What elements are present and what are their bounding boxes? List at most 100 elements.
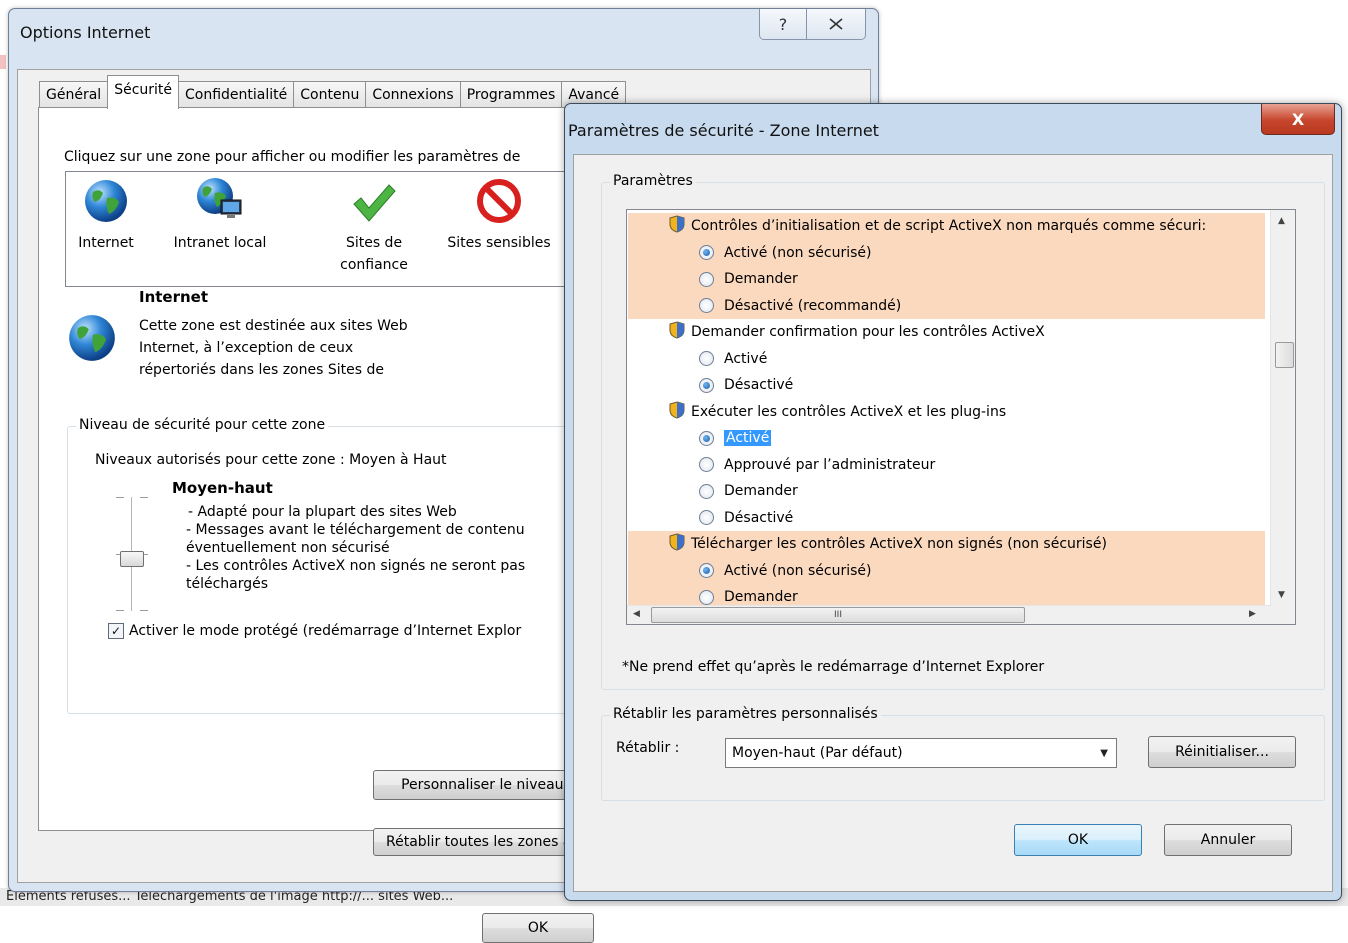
- radio-checked-icon[interactable]: [699, 245, 714, 261]
- setting-option[interactable]: Approuvé par l’administrateur: [628, 452, 1265, 479]
- chevron-down-icon: ▼: [1100, 748, 1108, 759]
- radio-unchecked-icon[interactable]: [699, 589, 714, 605]
- zone-label-trusted: Sites de confiance: [340, 235, 408, 273]
- scroll-left-arrow-icon[interactable]: ◀: [633, 609, 640, 619]
- radio-unchecked-icon[interactable]: [699, 298, 714, 314]
- close-button[interactable]: X: [1261, 104, 1335, 135]
- tab-general[interactable]: Général: [39, 81, 109, 108]
- setting-option[interactable]: Activé (non sécurisé): [628, 557, 1265, 584]
- dialog-title: Paramètres de sécurité - Zone Internet: [568, 121, 879, 140]
- protected-mode-label: Activer le mode protégé (redémarrage d’I…: [129, 623, 522, 639]
- tab-privacy[interactable]: Confidentialité: [178, 81, 295, 108]
- zone-intranet[interactable]: Intranet local: [166, 172, 274, 254]
- horizontal-scrollbar[interactable]: ◀ III ▶: [627, 605, 1271, 624]
- scroll-grip: III: [834, 610, 842, 620]
- security-slider-thumb[interactable]: [120, 551, 144, 567]
- zone-label-internet: Internet: [78, 235, 134, 251]
- zone-label-restricted: Sites sensibles: [447, 235, 551, 251]
- zone-internet[interactable]: Internet: [66, 172, 146, 254]
- tab-connections[interactable]: Connexions: [365, 81, 461, 108]
- close-icon: [829, 18, 843, 30]
- setting-option[interactable]: Désactivé: [628, 372, 1265, 399]
- setting-option[interactable]: Activé: [628, 425, 1265, 452]
- scroll-right-arrow-icon[interactable]: ▶: [1249, 609, 1256, 619]
- level-name: Moyen-haut: [172, 479, 273, 497]
- settings-legend: Paramètres: [610, 173, 696, 189]
- setting-label: Demander: [724, 483, 798, 500]
- zone-restricted-sites[interactable]: Sites sensibles: [436, 172, 562, 254]
- reset-label: Rétablir :: [616, 740, 680, 756]
- zone-instruction: Cliquez sur une zone pour afficher ou mo…: [64, 149, 521, 165]
- reset-level-select[interactable]: Moyen-haut (Par défaut) ▼: [725, 738, 1117, 768]
- setting-header: Exécuter les contrôles ActiveX et les pl…: [628, 399, 1265, 426]
- intranet-globe-icon: [197, 178, 242, 218]
- setting-label: Demander confirmation pour les contrôles…: [691, 324, 1045, 341]
- allowed-levels: Niveaux autorisés pour cette zone : Moye…: [95, 452, 447, 468]
- radio-unchecked-icon[interactable]: [699, 483, 714, 499]
- settings-list: Contrôles d’initialisation et de script …: [628, 213, 1265, 624]
- radio-unchecked-icon[interactable]: [699, 510, 714, 526]
- setting-label: Désactivé (recommandé): [724, 297, 902, 314]
- tab-strip: Général Sécurité Confidentialité Contenu…: [39, 75, 627, 109]
- globe-icon: [85, 180, 127, 222]
- setting-option[interactable]: Désactivé (recommandé): [628, 292, 1265, 319]
- radio-unchecked-icon[interactable]: [699, 271, 714, 287]
- radio-checked-icon[interactable]: [699, 377, 714, 393]
- setting-label: Demander: [724, 271, 798, 288]
- scroll-up-arrow-icon[interactable]: ▲: [1278, 216, 1285, 226]
- shield-icon: [669, 321, 685, 343]
- setting-label: Approuvé par l’administrateur: [724, 456, 936, 473]
- settings-group: Paramètres Contrôles d’initialisation et…: [601, 173, 1325, 690]
- setting-header: Contrôles d’initialisation et de script …: [628, 213, 1265, 240]
- caption-buttons: ?: [759, 9, 866, 40]
- tab-programs[interactable]: Programmes: [459, 81, 563, 108]
- ok-button[interactable]: OK: [1014, 824, 1142, 856]
- radio-unchecked-icon[interactable]: [699, 457, 714, 473]
- cancel-button[interactable]: Annuler: [1164, 824, 1292, 856]
- help-icon: ?: [778, 14, 788, 34]
- shield-icon: [669, 401, 685, 423]
- zone-label-intranet: Intranet local: [173, 235, 267, 251]
- setting-option[interactable]: Activé: [628, 346, 1265, 373]
- checkmark-icon: [353, 184, 396, 222]
- setting-label: Activé: [724, 430, 772, 447]
- setting-label: Activé: [724, 350, 768, 367]
- radio-unchecked-icon[interactable]: [699, 351, 714, 367]
- zone-info-globe: [67, 313, 117, 367]
- background-edge: [0, 55, 6, 69]
- shield-icon: [669, 215, 685, 237]
- setting-option[interactable]: Demander: [628, 266, 1265, 293]
- window-title: Options Internet: [20, 23, 151, 42]
- reset-custom-group: Rétablir les paramètres personnalisés Ré…: [601, 706, 1325, 801]
- setting-label: Activé (non sécurisé): [724, 244, 872, 261]
- radio-checked-icon[interactable]: [699, 563, 714, 579]
- radio-checked-icon[interactable]: [699, 430, 714, 446]
- shield-icon: [669, 533, 685, 555]
- help-button[interactable]: ?: [760, 9, 806, 39]
- setting-header: Demander confirmation pour les contrôles…: [628, 319, 1265, 346]
- setting-option[interactable]: Activé (non sécurisé): [628, 239, 1265, 266]
- close-icon: X: [1291, 109, 1305, 129]
- zone-trusted-sites[interactable]: Sites de confiance: [334, 172, 414, 276]
- setting-label: Désactivé: [724, 377, 794, 394]
- checkbox-checked-icon: ✓: [108, 623, 124, 639]
- vertical-scrollbar[interactable]: ▲ ▼: [1270, 210, 1295, 606]
- setting-label: Télécharger les contrôles ActiveX non si…: [691, 536, 1107, 553]
- settings-tree[interactable]: Contrôles d’initialisation et de script …: [626, 209, 1296, 625]
- scroll-down-arrow-icon[interactable]: ▼: [1278, 590, 1285, 600]
- ok-button[interactable]: OK: [482, 913, 594, 943]
- tab-content[interactable]: Contenu: [293, 81, 367, 108]
- tab-security[interactable]: Sécurité: [107, 75, 180, 109]
- setting-option[interactable]: Demander: [628, 478, 1265, 505]
- vertical-scroll-thumb[interactable]: [1275, 342, 1294, 368]
- security-dialog-client: Paramètres Contrôles d’initialisation et…: [573, 154, 1333, 892]
- scroll-corner: [1271, 606, 1295, 624]
- reinitialize-button[interactable]: Réinitialiser...: [1148, 736, 1296, 768]
- close-button[interactable]: [806, 9, 865, 39]
- setting-label: Exécuter les contrôles ActiveX et les pl…: [691, 403, 1007, 420]
- security-level-legend: Niveau de sécurité pour cette zone: [76, 417, 329, 433]
- protected-mode-checkbox[interactable]: ✓ Activer le mode protégé (redémarrage d…: [108, 623, 521, 639]
- setting-option[interactable]: Désactivé: [628, 505, 1265, 532]
- horizontal-scroll-thumb[interactable]: III: [651, 607, 1025, 623]
- level-description: - Adapté pour la plupart des sites Web -…: [186, 504, 526, 592]
